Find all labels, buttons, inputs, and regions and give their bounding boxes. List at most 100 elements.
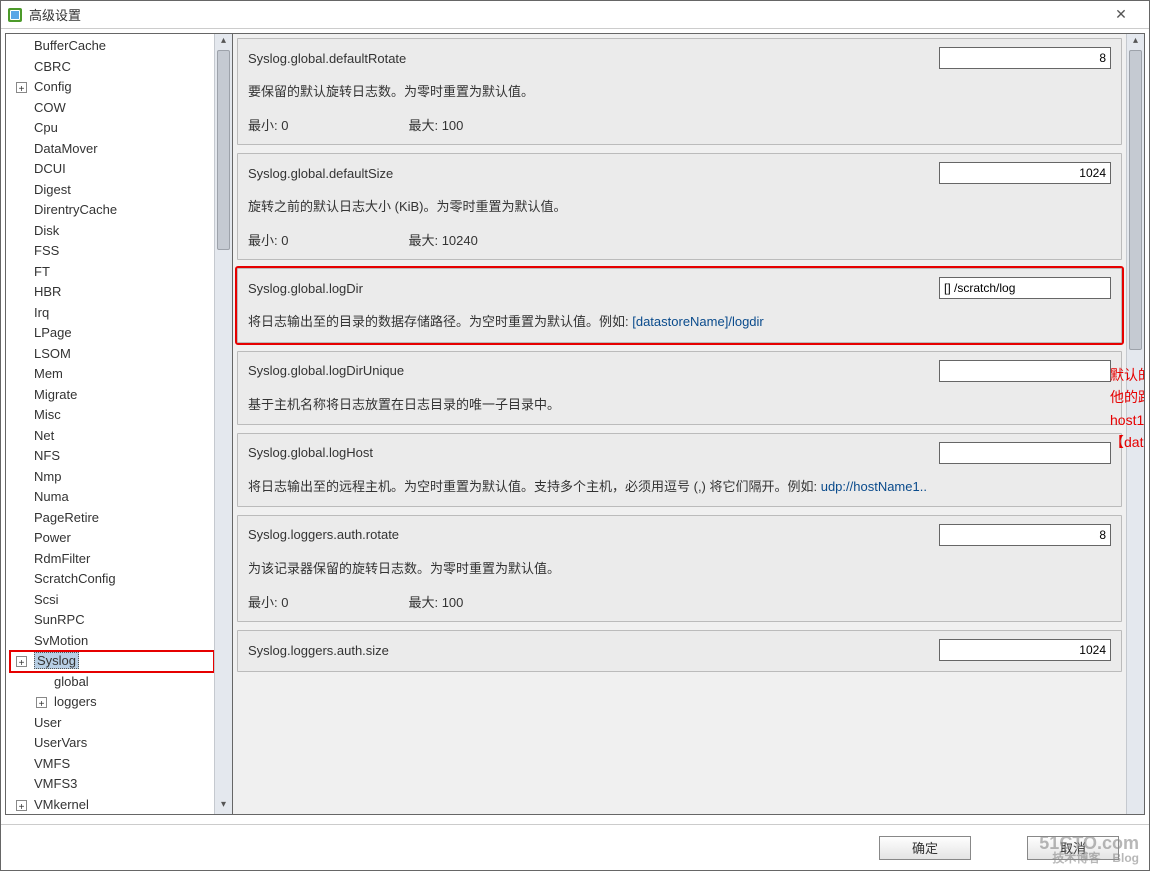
tree-item-irq[interactable]: Irq: [10, 303, 214, 324]
tree-item-direntrycache[interactable]: DirentryCache: [10, 200, 214, 221]
tree-item-cbrc[interactable]: CBRC: [10, 57, 214, 78]
setting-minmax: 最小: 0最大: 100: [248, 115, 1111, 134]
watermark-line2: 技术博客 Blog: [1039, 852, 1139, 864]
tree-item-cow[interactable]: COW: [10, 98, 214, 119]
tree-item-svmotion[interactable]: SvMotion: [10, 631, 214, 652]
tree-item-scratchconfig[interactable]: ScratchConfig: [10, 569, 214, 590]
tree-item-label: Cpu: [34, 120, 58, 135]
scroll-up-icon[interactable]: ▴: [215, 34, 232, 50]
tree-item-label: CBRC: [34, 59, 71, 74]
setting-Syslog-loggers-auth-rotate: Syslog.loggers.auth.rotate为该记录器保留的旋转日志数。…: [237, 515, 1122, 622]
tree-item-digest[interactable]: Digest: [10, 180, 214, 201]
tree-item-label: Numa: [34, 489, 69, 504]
tree-scrollbar[interactable]: ▴ ▾: [214, 34, 232, 814]
setting-minmax: 最小: 0最大: 100: [248, 592, 1111, 611]
tree-item-label: FSS: [34, 243, 59, 258]
tree-item-disk[interactable]: Disk: [10, 221, 214, 242]
tree-item-loggers[interactable]: loggers: [10, 692, 214, 713]
tree-item-label: Irq: [34, 305, 49, 320]
vsphere-icon: [7, 7, 23, 23]
tree-item-label: loggers: [54, 694, 97, 709]
setting-input[interactable]: [939, 442, 1111, 464]
client-area: BufferCache CBRC Config COW Cpu DataMover DCUI…: [1, 29, 1149, 819]
tree-item-label: DCUI: [34, 161, 66, 176]
setting-title: Syslog.loggers.auth.size: [248, 643, 389, 658]
tree-item-label: PageRetire: [34, 510, 99, 525]
advanced-settings-window: 高级设置 ✕ BufferCache CBRC Config COW Cpu DataMo…: [0, 0, 1150, 871]
close-button[interactable]: ✕: [1099, 2, 1143, 28]
tree-item-label: SunRPC: [34, 612, 85, 627]
window-title: 高级设置: [29, 5, 1099, 24]
tree-item-label: RdmFilter: [34, 551, 90, 566]
tree-item-label: NFS: [34, 448, 60, 463]
setting-input[interactable]: [939, 277, 1111, 299]
tree-item-mem[interactable]: Mem: [10, 364, 214, 385]
tree-item-label: Misc: [34, 407, 61, 422]
tree-item-sunrpc[interactable]: SunRPC: [10, 610, 214, 631]
tree-item-label: VMFS: [34, 756, 70, 771]
scroll-thumb[interactable]: [1129, 50, 1142, 350]
tree-item-datamover[interactable]: DataMover: [10, 139, 214, 160]
setting-example: udp://hostName1..: [821, 479, 927, 494]
tree-item-migrate[interactable]: Migrate: [10, 385, 214, 406]
tree-item-buffercache[interactable]: BufferCache: [10, 36, 214, 57]
setting-description: 将日志输出至的远程主机。为空时重置为默认值。支持多个主机，必须用逗号 (,) 将…: [248, 478, 1111, 496]
tree-item-hbr[interactable]: HBR: [10, 282, 214, 303]
tree-item-label: Power: [34, 530, 71, 545]
setting-max: 最大: 100: [408, 592, 463, 611]
tree-item-uservars[interactable]: UserVars: [10, 733, 214, 754]
tree-item-scsi[interactable]: Scsi: [10, 590, 214, 611]
tree-item-global[interactable]: global: [10, 672, 214, 693]
tree-item-misc[interactable]: Misc: [10, 405, 214, 426]
tree-item-nfs[interactable]: NFS: [10, 446, 214, 467]
tree-item-lsom[interactable]: LSOM: [10, 344, 214, 365]
setting-Syslog-global-logHost: Syslog.global.logHost将日志输出至的远程主机。为空时重置为默…: [237, 433, 1122, 507]
tree-item-vmfs[interactable]: VMFS: [10, 754, 214, 775]
tree-item-nmp[interactable]: Nmp: [10, 467, 214, 488]
tree-item-ft[interactable]: FT: [10, 262, 214, 283]
tree-item-label: COW: [34, 100, 66, 115]
tree-item-label: Config: [34, 79, 72, 94]
setting-description: 为该记录器保留的旋转日志数。为零时重置为默认值。: [248, 560, 1111, 578]
tree-item-label: FT: [34, 264, 50, 279]
scroll-down-icon[interactable]: ▾: [215, 798, 232, 814]
setting-input[interactable]: [939, 360, 1111, 382]
tree-item-label: DataMover: [34, 141, 98, 156]
tree-item-power[interactable]: Power: [10, 528, 214, 549]
ok-button[interactable]: 确定: [879, 836, 971, 860]
setting-description: 旋转之前的默认日志大小 (KiB)。为零时重置为默认值。: [248, 198, 1111, 216]
tree-item-label: User: [34, 715, 61, 730]
tree-item-syslog[interactable]: Syslog: [10, 651, 214, 672]
watermark: 51CTO.com 技术博客 Blog: [1039, 834, 1139, 864]
setting-max: 最大: 10240: [408, 230, 477, 249]
tree-item-vmkernel[interactable]: VMkernel: [10, 795, 214, 815]
tree-item-dcui[interactable]: DCUI: [10, 159, 214, 180]
tree-item-label: HBR: [34, 284, 61, 299]
setting-input[interactable]: [939, 639, 1111, 661]
tree-item-label: global: [54, 674, 89, 689]
content-panel: Syslog.global.defaultRotate要保留的默认旋转日志数。为…: [233, 33, 1145, 815]
setting-max: 最大: 100: [408, 115, 463, 134]
tree-item-vmfs3[interactable]: VMFS3: [10, 774, 214, 795]
scroll-up-icon[interactable]: ▴: [1127, 34, 1144, 50]
tree-item-label: Scsi: [34, 592, 59, 607]
tree-item-numa[interactable]: Numa: [10, 487, 214, 508]
tree-item-label: SvMotion: [34, 633, 88, 648]
tree-item-lpage[interactable]: LPage: [10, 323, 214, 344]
setting-input[interactable]: [939, 162, 1111, 184]
setting-input[interactable]: [939, 47, 1111, 69]
tree-item-label: Syslog: [34, 652, 79, 669]
tree-item-config[interactable]: Config: [10, 77, 214, 98]
scroll-thumb[interactable]: [217, 50, 230, 250]
tree-item-net[interactable]: Net: [10, 426, 214, 447]
tree-item-pageretire[interactable]: PageRetire: [10, 508, 214, 529]
setting-Syslog-global-defaultSize: Syslog.global.defaultSize旋转之前的默认日志大小 (Ki…: [237, 153, 1122, 260]
setting-input[interactable]: [939, 524, 1111, 546]
tree-item-cpu[interactable]: Cpu: [10, 118, 214, 139]
tree-item-rdmfilter[interactable]: RdmFilter: [10, 549, 214, 570]
tree-item-fss[interactable]: FSS: [10, 241, 214, 262]
tree-item-label: Digest: [34, 182, 71, 197]
tree-item-user[interactable]: User: [10, 713, 214, 734]
setting-description: 将日志输出至的目录的数据存储路径。为空时重置为默认值。例如: [datastor…: [248, 313, 1111, 331]
tree-panel: BufferCache CBRC Config COW Cpu DataMover DCUI…: [5, 33, 233, 815]
